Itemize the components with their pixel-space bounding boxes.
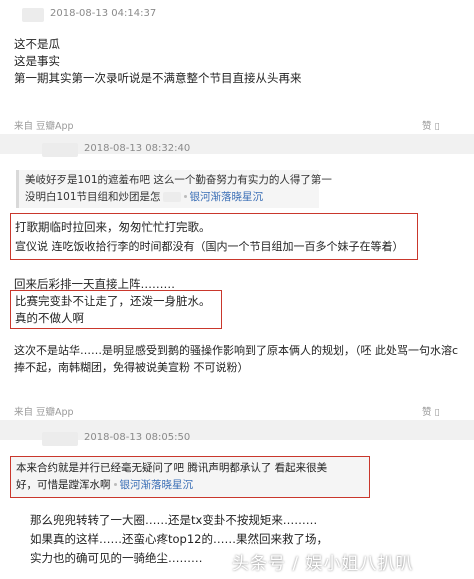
like-label: 赞 bbox=[422, 121, 432, 132]
blurred-text bbox=[162, 192, 181, 202]
post-line: 如果真的这样……还蛮心疼top12的……果然回来救了场， bbox=[30, 532, 328, 546]
username-blurred bbox=[22, 8, 44, 22]
like-button[interactable]: 赞 ▯ bbox=[422, 404, 440, 418]
like-icon: ▯ bbox=[434, 407, 440, 418]
post-line: 这不是瓜 bbox=[14, 37, 60, 51]
quote-text: 好，可惜是蹚浑水啊 bbox=[16, 479, 111, 491]
highlight-box: 本来合约就是并行已经毫无疑问了吧 腾讯声明都承认了 看起来很美 好，可惜是蹚浑水… bbox=[10, 456, 370, 498]
post-line: 这是事实 bbox=[14, 54, 60, 68]
post-line: 打歌期临时拉回来，匆匆忙忙打完歌。 bbox=[15, 220, 211, 234]
quoted-reply: 美岐好歹是101的遮羞布吧 这么一个勤奋努力有实力的人得了第一 没明白101节目… bbox=[16, 170, 332, 208]
post-line: 比赛完变卦不让走了，还泼一身脏水。 bbox=[15, 294, 211, 308]
separator-dot bbox=[113, 482, 117, 486]
separator-dot bbox=[183, 194, 187, 198]
username-blurred bbox=[42, 432, 78, 446]
quote-line-2: 没明白101节目组和炒团是怎 银河渐落晓星沉 bbox=[25, 189, 263, 206]
highlight-box: 比赛完变卦不让走了，还泼一身脏水。 真的不做人啊 bbox=[10, 290, 222, 329]
post-source: 来自 豆瓣App bbox=[14, 407, 74, 418]
post-line: 那么兜兜转转了一大圈……还是tx变卦不按规矩来……… bbox=[30, 513, 318, 527]
quote-text: 没明白101节目组和炒团是怎 bbox=[25, 191, 161, 203]
quote-line-2: 好，可惜是蹚浑水啊 银河渐落晓星沉 bbox=[16, 477, 193, 494]
post-line: 宣仪说 连吃饭收拾行李的时间都没有（国内一个节目组加一百多个妹子在等着） bbox=[15, 240, 404, 253]
quote-line: 美岐好歹是101的遮羞布吧 这么一个勤奋努力有实力的人得了第一 bbox=[25, 174, 332, 186]
highlight-box: 打歌期临时拉回来，匆匆忙忙打完歌。 宣仪说 连吃饭收拾行李的时间都没有（国内一个… bbox=[10, 213, 418, 260]
watermark: 头条号 / 娱小姐八扒叭 bbox=[232, 554, 414, 574]
post-timestamp: 2018-08-13 08:32:40 bbox=[84, 143, 191, 154]
quote-author-link[interactable]: 银河渐落晓星沉 bbox=[120, 479, 194, 491]
post-source: 来自 豆瓣App bbox=[14, 121, 74, 132]
post-timestamp: 2018-08-13 04:14:37 bbox=[50, 8, 157, 19]
post-line: 捧不起，南韩糊团，免得被说美宣粉 不可说粉） bbox=[14, 361, 249, 374]
post-line: 这次不是站华……是明显感受到鹅的骚操作影响到了原本俩人的规划，（呸 此处骂一句水… bbox=[14, 344, 459, 357]
quote-author-link[interactable]: 银河渐落晓星沉 bbox=[190, 191, 264, 203]
post-line: 第一期其实第一次录听说是不满意整个节目直接从头再来 bbox=[14, 71, 302, 85]
like-icon: ▯ bbox=[434, 121, 440, 132]
post-line: 真的不做人啊 bbox=[15, 311, 84, 325]
like-button[interactable]: 赞 ▯ bbox=[422, 118, 440, 132]
post-timestamp: 2018-08-13 08:05:50 bbox=[84, 432, 191, 443]
like-label: 赞 bbox=[422, 407, 432, 418]
quote-line: 本来合约就是并行已经毫无疑问了吧 腾讯声明都承认了 看起来很美 bbox=[16, 462, 328, 474]
username-blurred bbox=[42, 143, 78, 157]
post-line: 实力也的确可见的一骑绝尘……… bbox=[30, 551, 203, 565]
